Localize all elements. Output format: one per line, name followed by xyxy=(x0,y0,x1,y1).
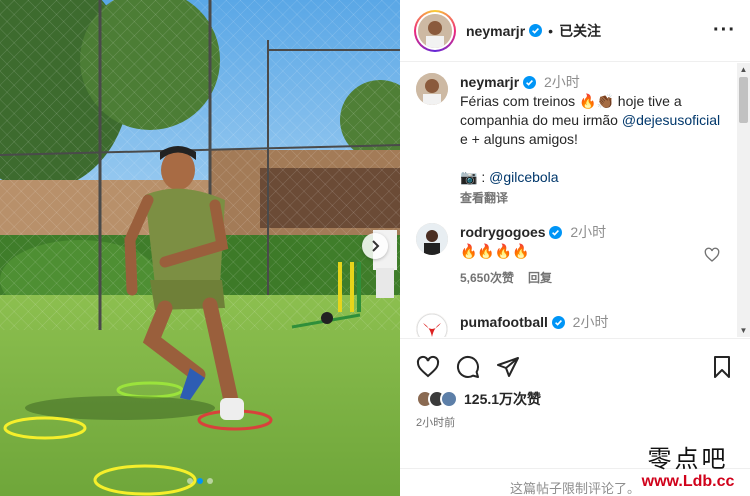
photo-credit-prefix: 📷 : xyxy=(460,169,490,185)
see-translation-button[interactable]: 查看翻译 xyxy=(460,189,730,208)
avatar[interactable] xyxy=(416,313,448,337)
avatar[interactable] xyxy=(418,13,452,48)
comment-item: rodrygogoes 2小时 🔥🔥🔥🔥 5,650次赞 回复 xyxy=(416,223,730,288)
story-ring[interactable] xyxy=(414,9,456,52)
carousel-indicator xyxy=(0,478,400,484)
verified-badge-icon xyxy=(523,76,537,89)
avatar[interactable] xyxy=(416,73,448,105)
verified-badge-icon xyxy=(549,226,563,239)
liker-avatar xyxy=(440,390,458,408)
carousel-dot xyxy=(187,478,193,484)
likes-summary: 125.1万次赞 xyxy=(416,389,541,409)
caption-text-part: e + alguns amigos! xyxy=(460,131,578,147)
post-timestamp[interactable]: 2小时前 xyxy=(416,414,455,430)
likes-count[interactable]: 125.1万次赞 xyxy=(464,389,541,409)
verified-badge-icon xyxy=(529,24,543,37)
carousel-next-button[interactable] xyxy=(362,233,388,259)
training-photo xyxy=(0,0,400,496)
watermark-chinese: 零点吧 xyxy=(647,445,729,473)
comment-time: 2小时 xyxy=(572,314,609,330)
avatar[interactable] xyxy=(416,223,448,255)
comment-icon[interactable] xyxy=(456,355,480,379)
comment-item: pumafootball 2小时 xyxy=(416,313,730,337)
heart-icon[interactable] xyxy=(416,355,440,379)
comment-time: 2小时 xyxy=(570,224,607,240)
scroll-up-arrow-icon[interactable]: ▲ xyxy=(737,63,750,76)
caption-username[interactable]: neymarjr xyxy=(460,74,519,90)
comment-heart-icon[interactable] xyxy=(704,247,720,263)
post-side-panel: neymarjr • 已关注 ··· neymarjr 2小时 Férias c… xyxy=(400,0,750,496)
following-button[interactable]: 已关注 xyxy=(559,21,601,41)
caption-time: 2小时 xyxy=(543,74,580,90)
scrollbar[interactable]: ▲ ▼ xyxy=(737,63,750,337)
carousel-dot xyxy=(207,478,213,484)
site-watermark: 零点吧 www.Ldb.cc xyxy=(626,446,750,496)
post-photo[interactable] xyxy=(0,0,400,496)
verified-badge-icon xyxy=(551,316,565,329)
separator-dot: • xyxy=(548,22,554,39)
photo-credit: 📷 : @gilcebola xyxy=(460,168,730,187)
carousel-dot-active xyxy=(197,478,203,484)
more-options-icon[interactable]: ··· xyxy=(713,19,736,42)
reply-button[interactable]: 回复 xyxy=(528,269,552,288)
mention-link[interactable]: @dejesusoficial xyxy=(622,112,720,128)
scroll-thumb[interactable] xyxy=(739,77,748,123)
caption-text: Férias com treinos 🔥👏🏾 hoje tive a compa… xyxy=(460,92,730,149)
watermark-url: www.Ldb.cc xyxy=(641,473,735,490)
share-icon[interactable] xyxy=(496,355,520,379)
comments-list[interactable]: neymarjr 2小时 Férias com treinos 🔥👏🏾 hoje… xyxy=(400,63,750,337)
author-username[interactable]: neymarjr xyxy=(466,23,525,39)
caption: neymarjr 2小时 Férias com treinos 🔥👏🏾 hoje… xyxy=(416,73,730,208)
comment-username[interactable]: pumafootball xyxy=(460,314,548,330)
chevron-right-icon xyxy=(372,240,380,252)
bookmark-icon[interactable] xyxy=(710,355,734,379)
comment-like-count[interactable]: 5,650次赞 xyxy=(460,269,514,288)
post-header: neymarjr • 已关注 ··· xyxy=(400,0,750,62)
photo-credit-link[interactable]: @gilcebola xyxy=(489,169,558,185)
comment-username[interactable]: rodrygogoes xyxy=(460,224,546,240)
scroll-down-arrow-icon[interactable]: ▼ xyxy=(737,324,750,337)
comment-text: 🔥🔥🔥🔥 xyxy=(460,243,530,259)
